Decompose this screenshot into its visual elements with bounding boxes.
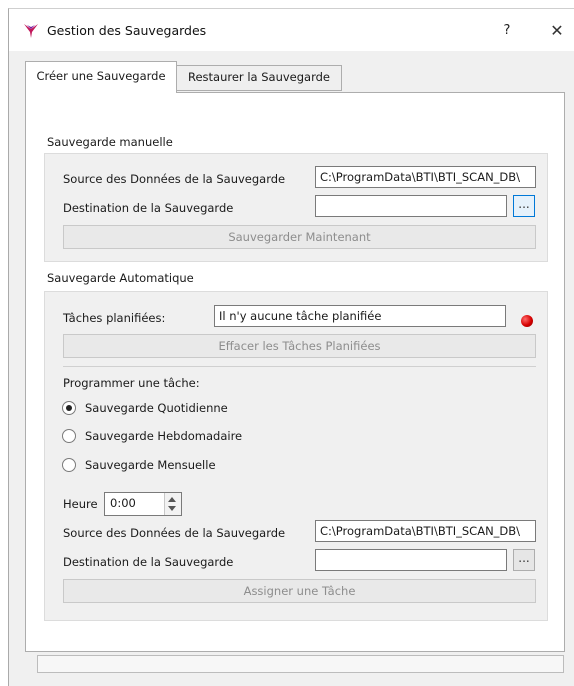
radio-weekly-button[interactable] <box>62 429 76 443</box>
radio-monthly-button[interactable] <box>62 458 76 472</box>
save-now-button[interactable]: Sauvegarder Maintenant <box>63 225 536 249</box>
help-button[interactable]: ? <box>495 19 519 43</box>
clear-scheduled-tasks-button[interactable]: Effacer les Tâches Planifiées <box>63 334 536 358</box>
assign-task-button[interactable]: Assigner une Tâche <box>63 579 536 603</box>
radio-monthly[interactable]: Sauvegarde Mensuelle <box>62 457 262 475</box>
chevron-down-icon[interactable] <box>168 506 176 511</box>
radio-weekly-label: Sauvegarde Hebdomadaire <box>85 429 243 443</box>
radio-daily[interactable]: Sauvegarde Quotidienne <box>62 400 262 418</box>
program-task-label: Programmer une tâche: <box>63 376 200 390</box>
auto-destination-field[interactable] <box>315 549 507 571</box>
auto-source-field[interactable]: C:\ProgramData\BTI\BTI_SCAN_DB\ <box>315 520 536 542</box>
divider <box>63 366 536 367</box>
scheduled-tasks-label: Tâches planifiées: <box>63 311 166 325</box>
manual-destination-field[interactable] <box>315 195 507 217</box>
auto-source-label: Source des Données de la Sauvegarde <box>63 526 286 540</box>
tab-create-backup[interactable]: Créer une Sauvegarde <box>25 61 177 93</box>
manual-backup-title: Sauvegarde manuelle <box>47 135 173 149</box>
scheduled-tasks-field: Il n'y aucune tâche planifiée <box>214 305 506 327</box>
manual-browse-button[interactable]: ... <box>513 195 535 217</box>
hour-label: Heure <box>63 497 98 511</box>
backup-manager-window: Gestion des Sauvegardes ? ✕ Créer une Sa… <box>8 8 574 686</box>
manual-source-field[interactable]: C:\ProgramData\BTI\BTI_SCAN_DB\ <box>315 166 536 188</box>
manual-destination-label: Destination de la Sauvegarde <box>63 201 234 215</box>
radio-monthly-label: Sauvegarde Mensuelle <box>85 458 216 472</box>
auto-browse-button[interactable]: ... <box>513 549 535 571</box>
progress-bar <box>37 655 564 673</box>
auto-backup-title: Sauvegarde Automatique <box>47 271 194 285</box>
radio-daily-label: Sauvegarde Quotidienne <box>85 401 228 415</box>
app-logo-icon <box>24 24 38 38</box>
radio-weekly[interactable]: Sauvegarde Hebdomadaire <box>62 428 262 446</box>
hour-stepper[interactable] <box>164 493 181 515</box>
status-indicator-icon <box>521 315 533 327</box>
manual-source-label: Source des Données de la Sauvegarde <box>63 172 286 186</box>
tab-restore-backup[interactable]: Restaurer la Sauvegarde <box>177 65 342 91</box>
hour-value[interactable]: 0:00 <box>110 496 136 510</box>
close-button[interactable]: ✕ <box>544 18 570 44</box>
window-title: Gestion des Sauvegardes <box>47 23 207 38</box>
hour-spinbox[interactable]: 0:00 <box>104 492 182 516</box>
chevron-up-icon[interactable] <box>168 497 176 502</box>
auto-destination-label: Destination de la Sauvegarde <box>63 555 234 569</box>
title-bar: Gestion des Sauvegardes ? ✕ <box>9 9 574 51</box>
radio-daily-button[interactable] <box>62 401 76 415</box>
